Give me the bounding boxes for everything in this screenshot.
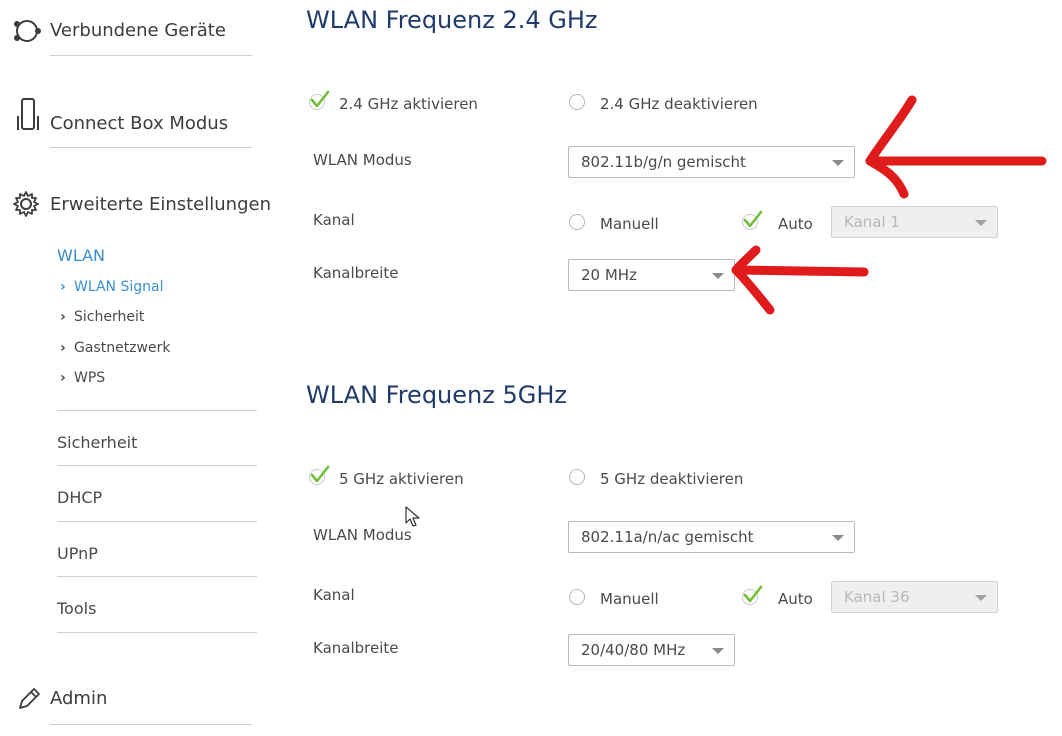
disable-2-4ghz-label[interactable]: 2.4 GHz deaktivieren (600, 95, 758, 113)
nav-guest-network-label: Gastnetzwerk (74, 340, 171, 356)
section-title-5ghz: WLAN Frequenz 5GHz (306, 381, 567, 409)
nav-upnp[interactable]: UPnP (57, 544, 98, 563)
wlan-mode-select-5ghz[interactable]: 802.11a/n/ac gemischt (568, 521, 855, 553)
divider (57, 465, 257, 466)
nav-wps[interactable]: › WPS (60, 370, 105, 386)
channel-value: Kanal 1 (844, 213, 900, 231)
checkmark-icon[interactable] (741, 210, 763, 230)
channel-label: Kanal (313, 211, 355, 229)
bandwidth-select-5ghz[interactable]: 20/40/80 MHz (568, 634, 735, 666)
bandwidth-select-2-4ghz[interactable]: 20 MHz (568, 259, 735, 291)
checkmark-icon[interactable] (741, 585, 763, 605)
divider (57, 521, 257, 522)
wlan-mode-value: 802.11b/g/n gemischt (581, 153, 746, 171)
bandwidth-label: Kanalbreite (313, 264, 399, 282)
nav-connect-box-mode-label: Connect Box Modus (50, 113, 229, 134)
divider (57, 410, 257, 411)
nav-wlan-security-label: Sicherheit (74, 309, 145, 325)
channel-manual-radio[interactable] (569, 589, 585, 605)
checkmark-icon[interactable] (308, 465, 330, 485)
chevron-down-icon (975, 595, 987, 601)
chevron-right-icon: › (60, 370, 66, 386)
divider (50, 724, 252, 725)
checkmark-icon[interactable] (308, 90, 330, 110)
wlan-mode-select-2-4ghz[interactable]: 802.11b/g/n gemischt (568, 146, 855, 178)
divider (57, 576, 257, 577)
channel-auto-label[interactable]: Auto (778, 215, 813, 233)
nav-wlan-signal-label: WLAN Signal (74, 279, 164, 295)
enable-2-4ghz-label[interactable]: 2.4 GHz aktivieren (339, 95, 478, 113)
disable-5ghz-label[interactable]: 5 GHz deaktivieren (600, 470, 743, 488)
wlan-mode-label: WLAN Modus (313, 151, 412, 169)
disable-5ghz-radio[interactable] (569, 469, 585, 485)
bandwidth-value: 20/40/80 MHz (581, 641, 686, 659)
nav-tools[interactable]: Tools (57, 599, 96, 618)
enable-5ghz-label[interactable]: 5 GHz aktivieren (339, 470, 464, 488)
nav-advanced-settings-label: Erweiterte Einstellungen (50, 194, 271, 215)
section-title-2-4ghz: WLAN Frequenz 2.4 GHz (306, 6, 598, 34)
devices-icon (12, 18, 42, 49)
divider (50, 55, 252, 56)
channel-value: Kanal 36 (844, 588, 910, 606)
nav-wlan-signal[interactable]: › WLAN Signal (60, 279, 163, 295)
gear-icon (12, 190, 40, 223)
wlan-mode-label: WLAN Modus (313, 526, 412, 544)
wlan-mode-value: 802.11a/n/ac gemischt (581, 528, 754, 546)
channel-manual-label[interactable]: Manuell (600, 590, 659, 608)
chevron-right-icon: › (60, 309, 66, 325)
phone-icon (16, 98, 40, 137)
annotation-arrow-icon (731, 245, 869, 315)
chevron-right-icon: › (60, 279, 66, 295)
divider (50, 147, 252, 148)
nav-wps-label: WPS (74, 370, 106, 386)
chevron-down-icon (712, 273, 724, 279)
nav-guest-network[interactable]: › Gastnetzwerk (60, 340, 170, 356)
divider (57, 632, 257, 633)
nav-connected-devices-label: Verbundene Geräte (50, 20, 226, 41)
chevron-down-icon (832, 535, 844, 541)
mouse-cursor-icon (405, 506, 420, 527)
nav-admin-label: Admin (50, 688, 108, 709)
channel-select-5ghz: Kanal 36 (831, 581, 998, 613)
nav-wlan[interactable]: WLAN (57, 246, 105, 265)
channel-label: Kanal (313, 586, 355, 604)
bandwidth-value: 20 MHz (581, 266, 637, 284)
channel-manual-radio[interactable] (569, 214, 585, 230)
chevron-right-icon: › (60, 340, 66, 356)
channel-auto-label[interactable]: Auto (778, 590, 813, 608)
pencil-icon (16, 686, 42, 717)
bandwidth-label: Kanalbreite (313, 639, 399, 657)
annotation-arrow-icon (865, 95, 1047, 199)
chevron-down-icon (832, 160, 844, 166)
channel-manual-label[interactable]: Manuell (600, 215, 659, 233)
disable-2-4ghz-radio[interactable] (569, 94, 585, 110)
channel-select-2-4ghz: Kanal 1 (831, 206, 998, 238)
nav-security[interactable]: Sicherheit (57, 433, 137, 452)
chevron-down-icon (975, 220, 987, 226)
nav-dhcp[interactable]: DHCP (57, 488, 102, 507)
chevron-down-icon (712, 648, 724, 654)
nav-wlan-security[interactable]: › Sicherheit (60, 309, 144, 325)
